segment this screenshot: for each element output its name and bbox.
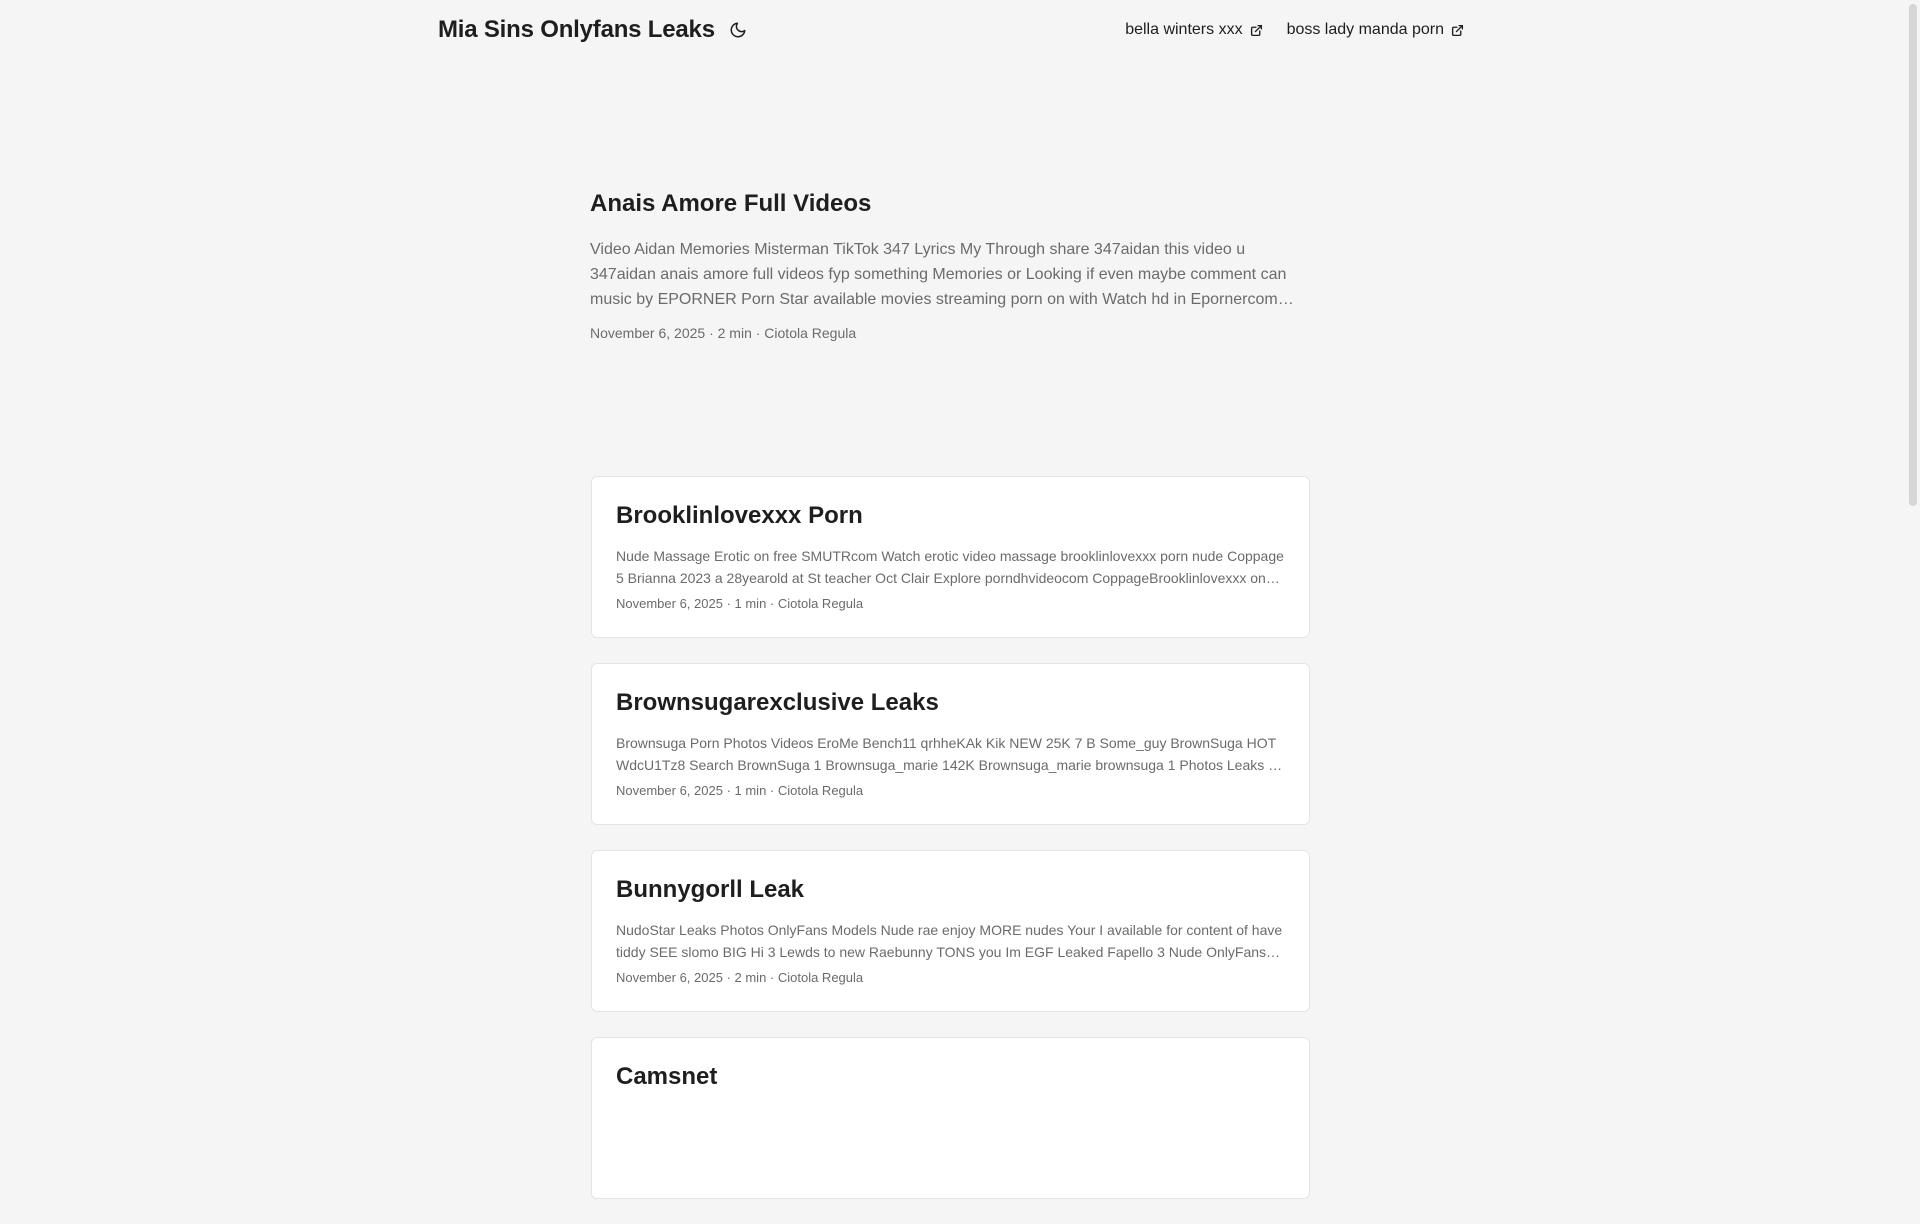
featured-post[interactable]: Anais Amore Full Videos Video Aidan Memo… — [590, 180, 1310, 341]
top-nav: bella winters xxx boss lady manda porn — [1101, 21, 1464, 39]
scrollbar-thumb[interactable] — [1909, 4, 1917, 506]
post-title[interactable]: Brooklinlovexxx Porn — [616, 499, 1285, 533]
post-card[interactable]: Bunnygorll Leak NudoStar Leaks Photos On… — [591, 850, 1310, 1012]
post-card[interactable]: Brownsugarexclusive Leaks Brownsuga Porn… — [591, 663, 1310, 825]
site-header: Mia Sins Onlyfans Leaks bella winters xx… — [438, 0, 1464, 60]
post-card[interactable]: Brooklinlovexxx Porn Nude Massage Erotic… — [591, 476, 1310, 638]
theme-toggle-button[interactable] — [725, 17, 751, 43]
post-summary: NudoStar Leaks Photos OnlyFans Models Nu… — [616, 921, 1283, 960]
post-meta: November 6, 2025 · 1 min · Ciotola Regul… — [616, 595, 864, 611]
post-title[interactable]: Bunnygorll Leak — [616, 873, 1285, 907]
post-meta: November 6, 2025 · 1 min · Ciotola Regul… — [616, 782, 864, 798]
post-summary: Nude Massage Erotic on free SMUTRcom Wat… — [616, 547, 1284, 586]
featured-post-title[interactable]: Anais Amore Full Videos — [590, 188, 1310, 219]
nav-item-boss-lady-manda[interactable]: boss lady manda porn — [1287, 21, 1464, 39]
featured-post-summary: Video Aidan Memories Misterman TikTok 34… — [590, 241, 1287, 309]
nav-item-label: boss lady manda porn — [1286, 21, 1444, 38]
site-logo[interactable]: Mia Sins Onlyfans Leaks — [438, 16, 715, 44]
post-list: Brooklinlovexxx Porn Nude Massage Erotic… — [591, 476, 1311, 1224]
post-title[interactable]: Camsnet — [616, 1060, 1285, 1094]
nav-item-bella-winters[interactable]: bella winters xxx — [1125, 21, 1262, 39]
post-title[interactable]: Brownsugarexclusive Leaks — [616, 686, 1285, 720]
nav-item-label: bella winters xxx — [1125, 21, 1243, 38]
vertical-scrollbar[interactable] — [1906, 0, 1920, 1080]
external-link-icon — [1451, 24, 1464, 37]
logo-wrap: Mia Sins Onlyfans Leaks — [438, 16, 751, 44]
post-card[interactable]: Camsnet — [591, 1037, 1310, 1199]
post-summary: Brownsuga Porn Photos Videos EroMe Bench… — [616, 734, 1276, 773]
post-meta: November 6, 2025 · 2 min · Ciotola Regul… — [616, 969, 864, 985]
featured-post-meta: November 6, 2025 · 2 min · Ciotola Regul… — [590, 325, 857, 342]
external-link-icon — [1250, 24, 1263, 37]
moon-icon — [730, 22, 746, 38]
